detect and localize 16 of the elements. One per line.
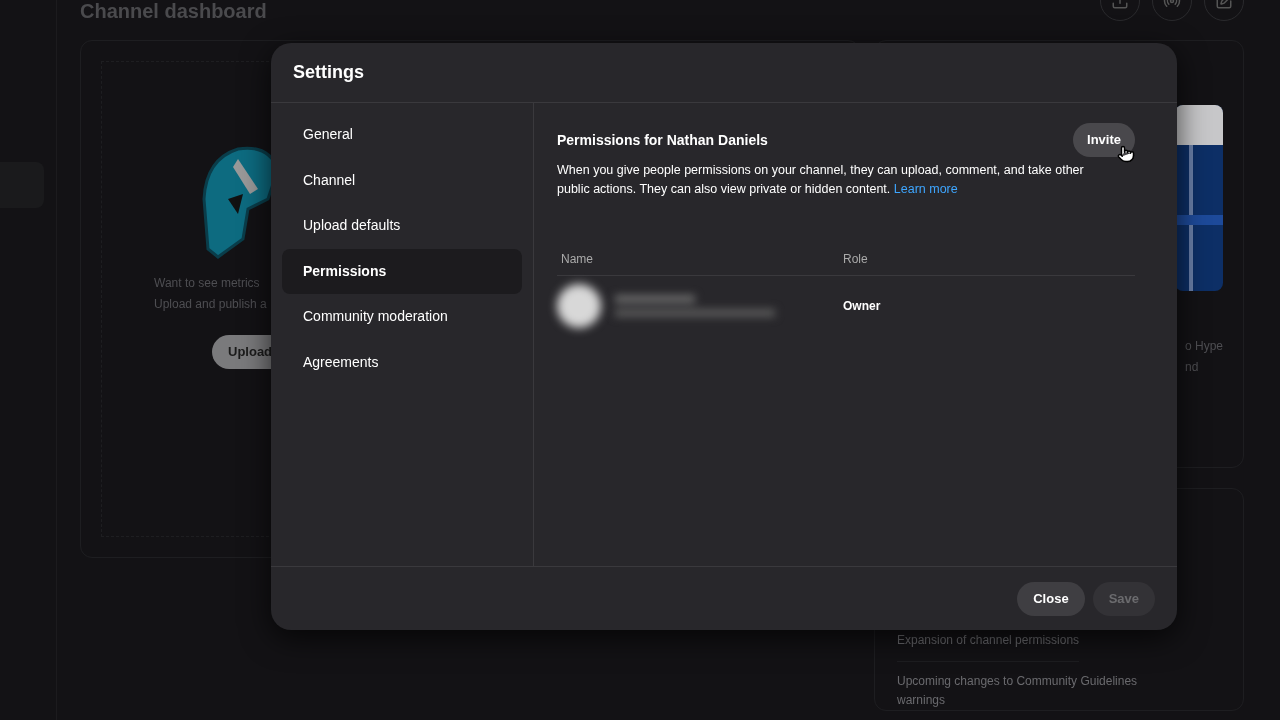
card-text: Want to see metrics <box>154 275 260 292</box>
close-button[interactable]: Close <box>1017 581 1085 616</box>
invite-button[interactable]: Invite <box>1073 123 1135 157</box>
dialog-title: Settings <box>293 61 364 84</box>
settings-nav-item[interactable]: General <box>282 112 522 158</box>
column-header: Role <box>843 251 868 268</box>
description-text: When you give people permissions on your channel, they can upload, comment, and take other public actions. They can also view private or hidden content. Learn more <box>557 162 1085 198</box>
learn-more-link[interactable]: Learn more <box>893 182 958 196</box>
news-link[interactable]: Upcoming changes to Community Guidelines warnings <box>897 672 1157 710</box>
section-heading: Permissions for Nathan Daniels <box>557 130 768 150</box>
column-header: Name <box>560 251 594 268</box>
settings-nav-item[interactable]: Channel <box>282 157 522 203</box>
page-title: Channel dashboard <box>80 1 267 21</box>
role-cell-text: Owner <box>843 298 881 315</box>
settings-nav-item[interactable]: Permissions <box>282 248 522 294</box>
settings-nav-item[interactable]: Upload defaults <box>282 203 522 249</box>
